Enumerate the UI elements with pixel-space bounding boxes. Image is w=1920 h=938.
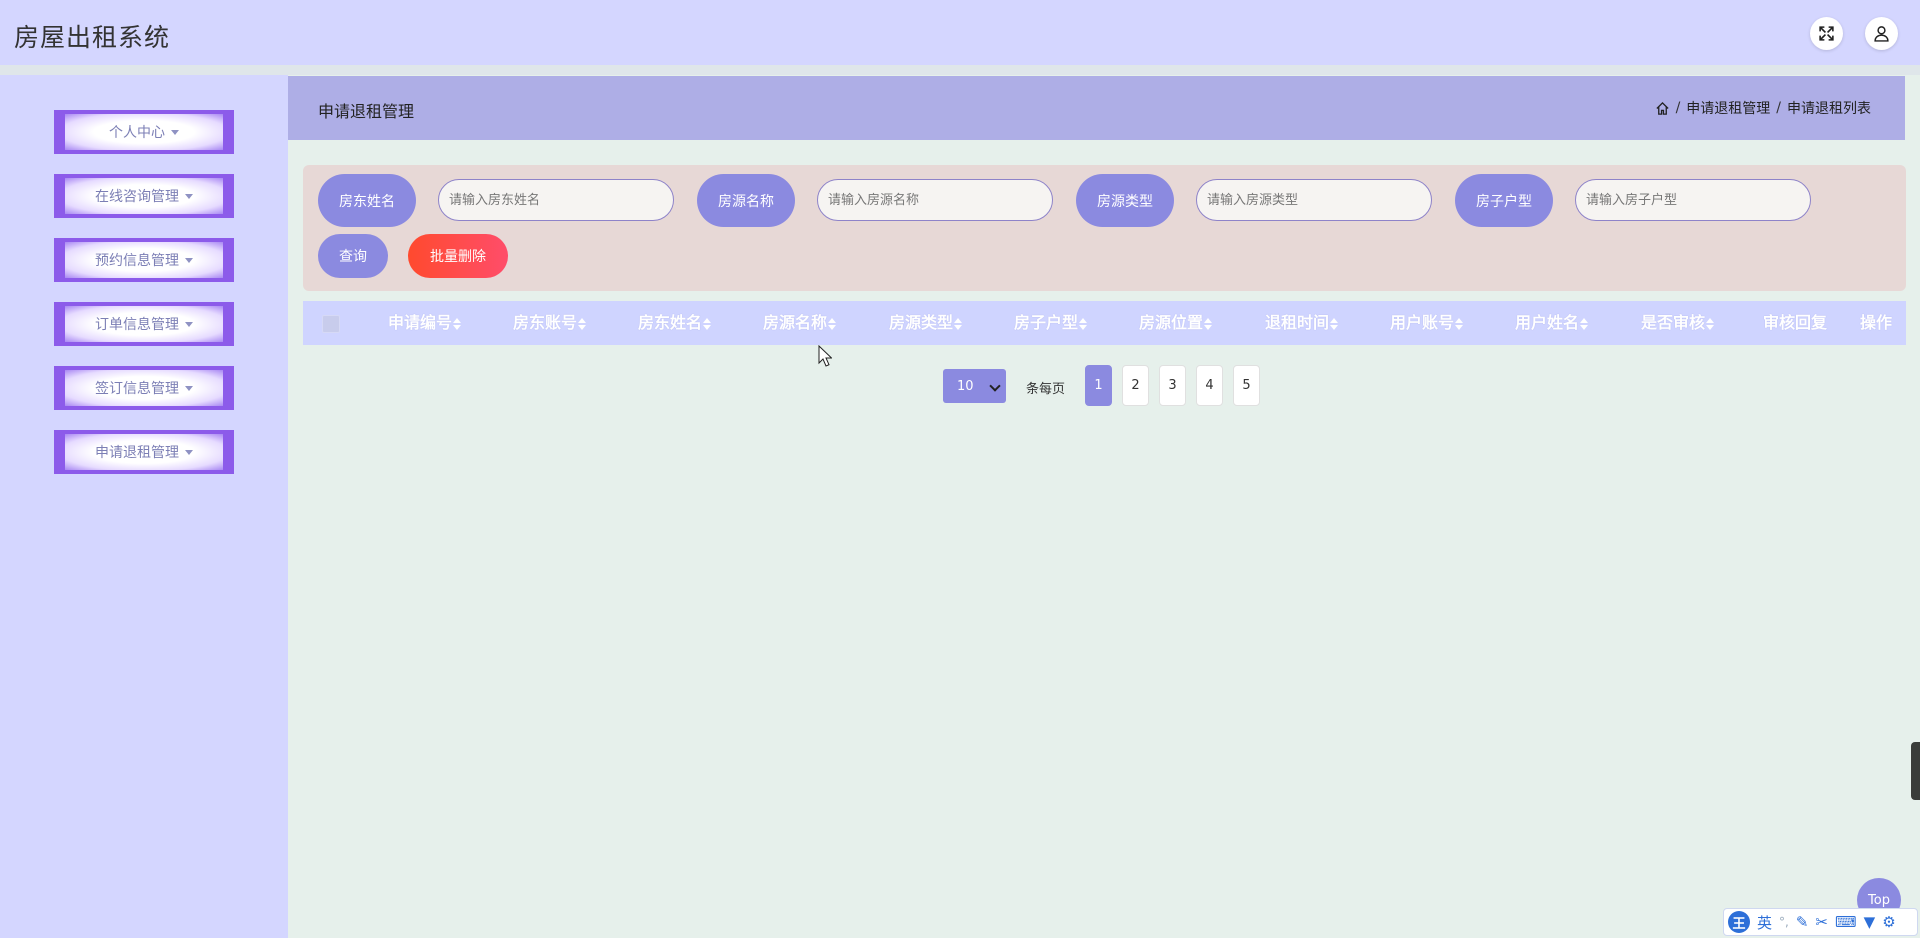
skin-icon[interactable]: ▼ [1864, 913, 1876, 931]
caret-down-icon [185, 385, 193, 391]
landlord-name-label: 房东姓名 [318, 174, 416, 227]
sidebar-item-personal-center[interactable]: 个人中心 [54, 110, 234, 154]
ime-toolbar: 王 英 °, ✎ ✂ ⌨ ▼ ⚙ [1723, 908, 1918, 936]
listing-type-input[interactable] [1196, 179, 1432, 221]
sort-icon[interactable] [703, 317, 712, 330]
column-header[interactable]: 申请编号 [388, 301, 462, 345]
top-bar: 房屋出租系统 [0, 0, 1920, 66]
house-layout-label: 房子户型 [1455, 174, 1553, 227]
house-layout-input[interactable] [1575, 179, 1811, 221]
page-title: 申请退租管理 [318, 102, 415, 121]
caret-down-icon [185, 193, 193, 199]
caret-down-icon [171, 129, 179, 135]
page-button[interactable]: 1 [1085, 365, 1112, 406]
select-all-checkbox[interactable] [322, 315, 340, 333]
breadcrumb-item[interactable]: 申请退租管理 [1686, 98, 1770, 118]
per-page-label: 条每页 [1026, 382, 1066, 397]
listing-name-label: 房源名称 [697, 174, 795, 227]
column-header[interactable]: 退租时间 [1265, 301, 1339, 345]
page-button[interactable]: 3 [1159, 365, 1186, 406]
sort-icon[interactable] [1204, 317, 1213, 330]
user-button[interactable] [1865, 17, 1898, 50]
app-title: 房屋出租系统 [14, 23, 171, 52]
pen-icon[interactable]: ✎ [1796, 913, 1809, 931]
ime-language-toggle[interactable]: 英 [1757, 912, 1772, 933]
sort-icon[interactable] [828, 317, 837, 330]
sidebar-item-label: 在线咨询管理 [95, 189, 179, 205]
keyboard-icon[interactable]: ⌨ [1835, 913, 1857, 931]
topbar-divider [0, 65, 1920, 75]
column-header[interactable]: 是否审核 [1641, 301, 1715, 345]
sidebar-item-label: 签订信息管理 [95, 381, 179, 397]
home-icon[interactable] [1655, 101, 1670, 116]
column-header[interactable]: 房东姓名 [638, 301, 712, 345]
sort-icon[interactable] [578, 317, 587, 330]
listing-name-input[interactable] [817, 179, 1053, 221]
caret-down-icon [185, 321, 193, 327]
caret-down-icon [185, 449, 193, 455]
sidebar-item-checkout-requests[interactable]: 申请退租管理 [54, 430, 234, 474]
sort-icon[interactable] [954, 317, 963, 330]
column-header: 审核回复 [1763, 313, 1828, 332]
sort-icon[interactable] [1330, 317, 1339, 330]
sidebar-item-reservation[interactable]: 预约信息管理 [54, 238, 234, 282]
page-button[interactable]: 2 [1122, 365, 1149, 406]
user-icon [1874, 26, 1889, 42]
sidebar-item-label: 预约信息管理 [95, 253, 179, 269]
sidebar-item-contracts[interactable]: 签订信息管理 [54, 366, 234, 410]
caret-down-icon [185, 257, 193, 263]
page-button[interactable]: 5 [1233, 365, 1260, 406]
mouse-cursor-icon [818, 345, 832, 367]
column-header: 操作 [1860, 313, 1893, 332]
sort-icon[interactable] [1580, 317, 1589, 330]
page-size-select[interactable]: 10 [943, 369, 1006, 403]
breadcrumb: / 申请退租管理 / 申请退租列表 [1655, 98, 1871, 118]
scissors-icon[interactable]: ✂ [1815, 913, 1828, 931]
fullscreen-icon [1819, 26, 1834, 41]
breadcrumb-separator: / [1675, 100, 1681, 116]
sidebar-item-label: 个人中心 [109, 125, 165, 141]
sidebar-item-online-consult[interactable]: 在线咨询管理 [54, 174, 234, 218]
sidebar-item-label: 订单信息管理 [95, 317, 179, 333]
chevron-down-icon [989, 380, 1001, 392]
settings-icon[interactable]: ⚙ [1882, 913, 1895, 931]
side-panel-handle[interactable] [1911, 742, 1920, 800]
sort-icon[interactable] [1455, 317, 1464, 330]
column-header[interactable]: 房东账号 [513, 301, 587, 345]
page-button[interactable]: 4 [1196, 365, 1223, 406]
column-header[interactable]: 用户账号 [1390, 301, 1464, 345]
ime-logo[interactable]: 王 [1728, 911, 1750, 933]
page-header: 申请退租管理 / 申请退租管理 / 申请退租列表 [288, 76, 1905, 140]
punctuation-icon[interactable]: °, [1779, 915, 1789, 929]
fullscreen-button[interactable] [1810, 17, 1843, 50]
sidebar-item-orders[interactable]: 订单信息管理 [54, 302, 234, 346]
column-header[interactable]: 房子户型 [1014, 301, 1088, 345]
breadcrumb-item: 申请退租列表 [1787, 101, 1871, 117]
column-header[interactable]: 用户姓名 [1515, 301, 1589, 345]
sort-icon[interactable] [1706, 317, 1715, 330]
sort-icon[interactable] [1079, 317, 1088, 330]
batch-delete-button[interactable]: 批量删除 [408, 234, 508, 278]
column-header[interactable]: 房源名称 [763, 301, 837, 345]
breadcrumb-separator: / [1776, 100, 1781, 116]
query-button[interactable]: 查询 [318, 234, 388, 278]
listing-type-label: 房源类型 [1076, 174, 1174, 227]
sidebar-item-label: 申请退租管理 [95, 445, 179, 461]
sort-icon[interactable] [453, 317, 462, 330]
column-header[interactable]: 房源位置 [1139, 301, 1213, 345]
landlord-name-input[interactable] [438, 179, 674, 221]
page-size-value: 10 [957, 378, 974, 394]
column-header[interactable]: 房源类型 [889, 301, 963, 345]
